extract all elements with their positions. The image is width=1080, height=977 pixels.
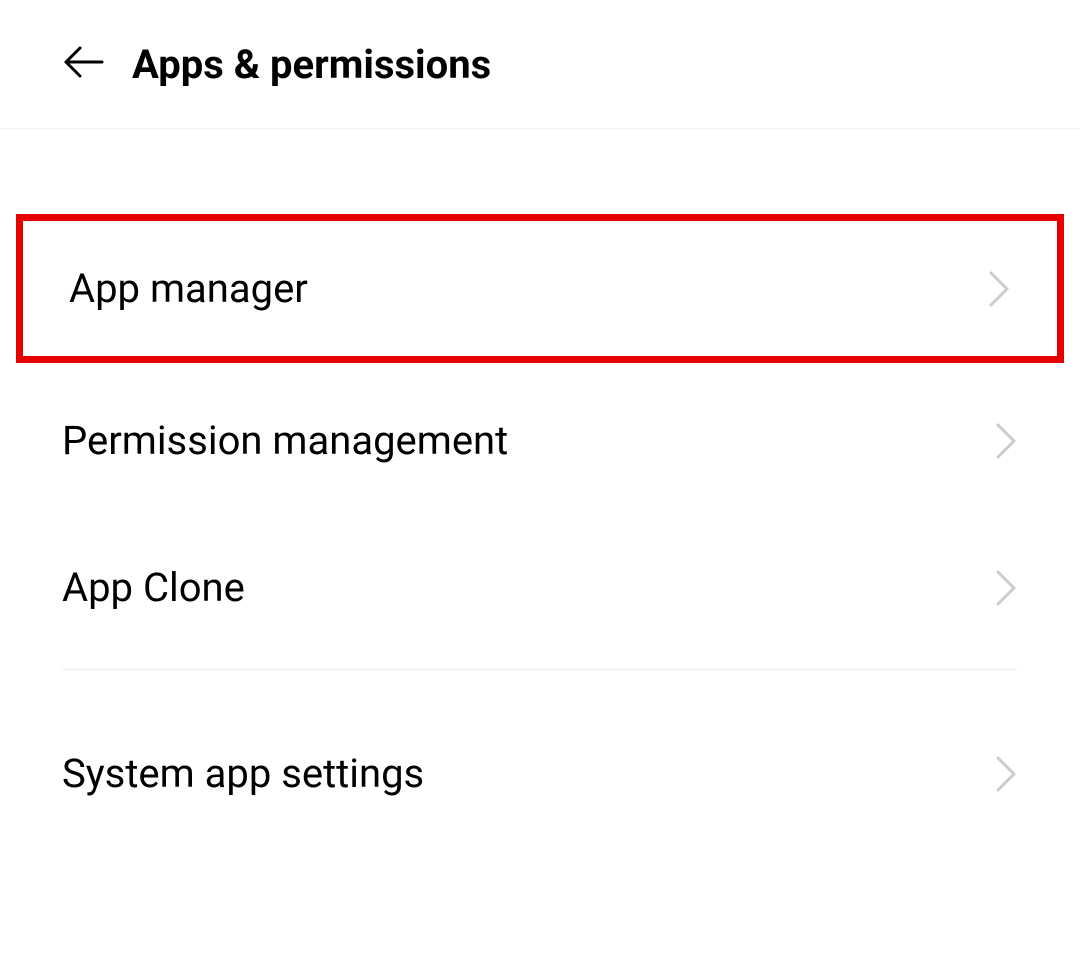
list-item-label: App manager — [69, 265, 308, 312]
chevron-right-icon — [987, 269, 1011, 309]
settings-list: App manager Permission management App Cl… — [0, 129, 1080, 847]
list-item-label: App Clone — [62, 564, 245, 611]
chevron-right-icon — [994, 754, 1018, 794]
back-button[interactable] — [60, 38, 108, 90]
list-item-app-clone[interactable]: App Clone — [0, 514, 1080, 661]
list-item-system-app-settings[interactable]: System app settings — [0, 700, 1080, 847]
list-item-permission-management[interactable]: Permission management — [0, 367, 1080, 514]
list-item-app-manager[interactable]: App manager — [16, 214, 1064, 363]
page-title: Apps & permissions — [132, 41, 491, 88]
list-item-label: Permission management — [62, 417, 508, 464]
header: Apps & permissions — [0, 0, 1080, 129]
list-item-label: System app settings — [62, 750, 424, 797]
chevron-right-icon — [994, 568, 1018, 608]
divider — [62, 669, 1018, 670]
chevron-right-icon — [994, 421, 1018, 461]
arrow-left-icon — [60, 38, 108, 90]
